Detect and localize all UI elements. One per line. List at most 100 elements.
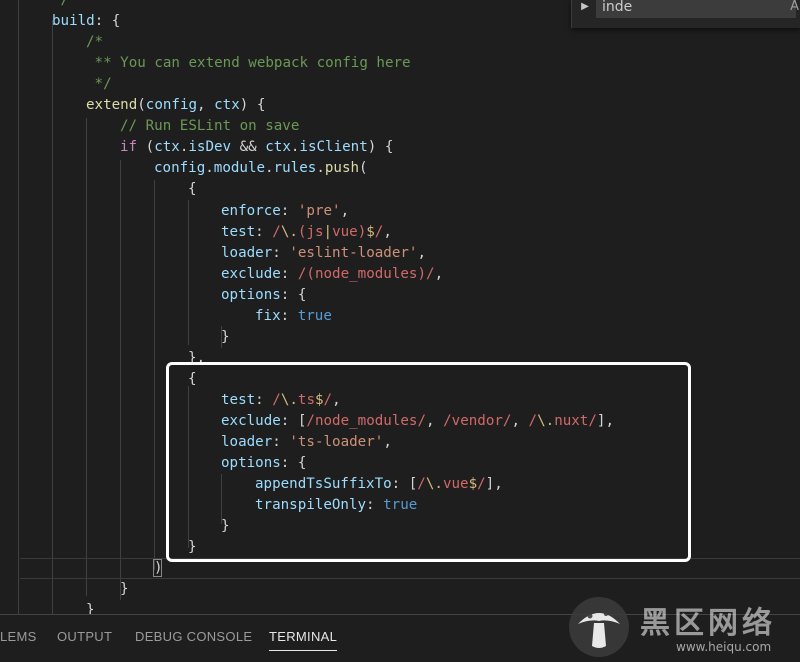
code-line: test: /\.(js|vue)$/, xyxy=(221,222,392,243)
code-token: ( xyxy=(137,97,146,114)
code-token: true xyxy=(297,307,332,324)
annotation-highlight-box xyxy=(166,362,691,562)
code-line: config.module.rules.push( xyxy=(154,158,368,179)
code-token: ctx xyxy=(265,139,291,156)
code-token: config xyxy=(154,160,206,177)
code-token: options xyxy=(221,286,281,303)
code-token: isDev xyxy=(188,139,232,156)
code-token: isClient xyxy=(299,139,368,156)
code-token: if xyxy=(120,139,138,156)
code-token: . xyxy=(265,160,274,177)
code-line: */ xyxy=(86,74,112,95)
watermark-url: www.heiqu.com xyxy=(676,640,772,654)
code-token: /(node_modules)/ xyxy=(297,265,435,282)
mushroom-logo-icon xyxy=(569,597,629,657)
code-token: : xyxy=(280,265,298,282)
code-line: } xyxy=(120,579,129,600)
code-line: exclude: /(node_modules)/, xyxy=(221,264,443,285)
indent-guide xyxy=(120,160,121,600)
code-line: } xyxy=(86,600,95,614)
code-token: module xyxy=(213,160,266,177)
code-token: */ xyxy=(86,76,112,93)
code-line: } xyxy=(221,327,230,348)
code-line: fix: true xyxy=(255,306,332,327)
code-token: . xyxy=(205,160,214,177)
code-token: ** You can extend webpack config here xyxy=(86,55,411,72)
code-token: , xyxy=(434,265,444,282)
code-token: ) { xyxy=(367,139,394,156)
indent-guide xyxy=(86,118,87,596)
code-token: : { xyxy=(280,286,307,303)
chevron-right-icon: ▶ xyxy=(581,1,589,12)
code-token: test xyxy=(221,223,256,240)
code-token: ctx xyxy=(214,97,240,114)
code-token: enforce xyxy=(221,202,281,219)
code-token: */ xyxy=(52,0,70,8)
code-token: build xyxy=(52,13,95,30)
code-token: { xyxy=(188,181,197,198)
code-line: { xyxy=(188,179,197,200)
code-token: , xyxy=(340,202,350,219)
code-line: build: { xyxy=(52,11,120,32)
code-token: 'eslint-loader' xyxy=(289,244,418,261)
tab-debug-console[interactable]: DEBUG CONSOLE xyxy=(135,629,252,644)
code-token: fix xyxy=(255,307,281,324)
code-line: loader: 'eslint-loader', xyxy=(221,243,426,264)
code-token: : { xyxy=(94,13,121,30)
code-token: $ xyxy=(366,223,375,240)
code-token: : xyxy=(255,223,273,240)
code-line: extend(config, ctx) { xyxy=(86,95,265,116)
code-token: } xyxy=(120,581,129,598)
code-token: rules xyxy=(273,160,317,177)
code-token: : xyxy=(280,307,298,324)
code-token: (js xyxy=(297,223,324,240)
indent-guide xyxy=(188,200,189,345)
code-token: ) { xyxy=(239,97,266,114)
indent-guide xyxy=(18,0,19,614)
code-line: // Run ESLint on save xyxy=(120,116,299,137)
code-line: */ xyxy=(52,0,69,11)
indent-guide xyxy=(154,180,155,570)
code-line: enforce: 'pre', xyxy=(221,201,349,222)
code-token: ctx xyxy=(154,139,180,156)
code-token: config xyxy=(145,97,198,114)
code-token: } xyxy=(86,602,95,614)
code-token: : xyxy=(280,202,298,219)
code-line: ** You can extend webpack config here xyxy=(86,53,411,74)
code-editor[interactable]: */build: {/* ** You can extend webpack c… xyxy=(0,0,800,614)
code-token: / xyxy=(272,223,281,240)
code-token: , xyxy=(197,97,215,114)
code-token: | xyxy=(323,223,333,240)
tab-terminal[interactable]: TERMINAL xyxy=(269,629,338,651)
match-case-toggle[interactable]: A xyxy=(790,0,799,14)
code-token: : xyxy=(272,244,290,261)
code-token: 'pre' xyxy=(297,202,341,219)
code-token: extend xyxy=(86,97,138,114)
code-token: , xyxy=(383,223,392,240)
code-line: if (ctx.isDev && ctx.isClient) { xyxy=(120,137,393,158)
find-widget: ▶ inde A xyxy=(571,0,800,28)
site-watermark: 黑区网络 www.heiqu.com xyxy=(566,594,800,662)
tab-problems[interactable]: LEMS xyxy=(0,629,37,644)
code-token: /* xyxy=(86,34,104,51)
code-token: ( xyxy=(137,139,155,156)
tab-output[interactable]: OUTPUT xyxy=(57,629,112,644)
code-token: , xyxy=(417,244,427,261)
code-token: . xyxy=(316,160,325,177)
bracket-match-highlight xyxy=(153,559,162,577)
code-line: options: { xyxy=(221,285,306,306)
code-token: // Run ESLint on save xyxy=(120,118,300,135)
code-token: ( xyxy=(359,160,368,177)
code-token: \. xyxy=(280,223,298,240)
code-token: push xyxy=(324,160,360,177)
find-input[interactable]: inde xyxy=(596,0,796,18)
code-token: loader xyxy=(221,244,273,261)
watermark-title: 黑区网络 xyxy=(640,606,776,641)
indent-guide xyxy=(52,20,53,614)
code-token: vue) xyxy=(332,223,367,240)
code-token: } xyxy=(221,328,230,345)
code-line: /* xyxy=(86,32,103,53)
code-token: && xyxy=(231,139,266,156)
find-replace-toggle[interactable]: ▶ xyxy=(576,0,594,20)
code-token: exclude xyxy=(221,265,281,282)
